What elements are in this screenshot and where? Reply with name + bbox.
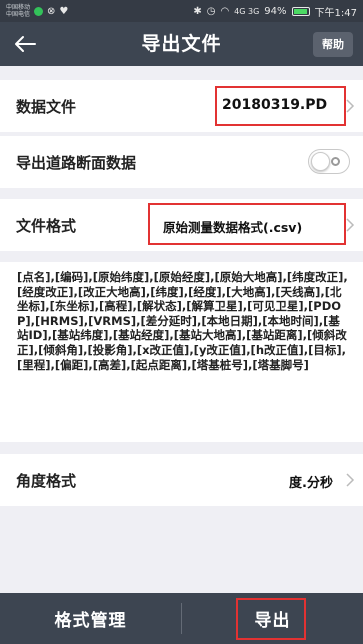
battery-icon [291,6,310,16]
format-manage-label: 格式管理 [54,611,127,631]
title-bar: 导出文件 帮助 [0,22,363,66]
export-button[interactable]: 导出 [182,593,363,644]
angle-format-row[interactable]: 角度格式 度.分秒 [0,454,363,506]
format-fields-description: [点名],[编码],[原始纬度],[原始经度],[原始大地高],[纬度改正],[… [0,262,363,442]
status-right: ✱ ◷ ◠ 4G 3G 94% 下午1:47 [193,4,357,19]
wifi-icon: ◠ [220,5,230,17]
page-title: 导出文件 [141,33,222,55]
file-format-value: 原始测量数据格式(.csv) [163,220,303,235]
format-manage-button[interactable]: 格式管理 [0,593,181,644]
export-road-label: 导出道路断面数据 [16,153,137,172]
battery-percent: 94% [264,5,287,17]
battery-fill [293,8,307,14]
angle-format-value: 度.分秒 [289,476,333,491]
help-button[interactable]: 帮助 [313,32,353,57]
back-arrow-icon[interactable] [10,30,40,58]
carrier-label: 中国移动 中国电信 [6,4,30,18]
angle-format-label: 角度格式 [16,471,77,490]
clock: 下午1:47 [314,7,357,19]
signal-text: 4G 3G [234,6,260,16]
status-left: 中国移动 中国电信 ⊗ ♥ [6,4,68,18]
data-file-label: 数据文件 [16,97,77,116]
carrier-line-2: 中国电信 [6,11,31,18]
toggle-knob [311,152,330,171]
export-highlight [236,598,306,640]
export-road-row: 导出道路断面数据 [0,136,363,188]
status-bar: 中国移动 中国电信 ⊗ ♥ ✱ ◷ ◠ 4G 3G 94% 下午1:47 [0,0,363,22]
carrier-line-1: 中国移动 [6,4,31,11]
export-road-toggle[interactable] [308,149,350,174]
chevron-right-icon [346,473,355,487]
toggle-off-icon [331,157,340,166]
heart-icon: ♥ [59,5,69,17]
file-format-label: 文件格式 [16,216,77,235]
chevron-right-icon [346,218,355,232]
back-arrow-svg [15,36,36,52]
alarm-icon: ◷ [206,5,216,17]
data-file-row[interactable]: 数据文件 20180319.PD [0,80,363,132]
file-format-row[interactable]: 文件格式 原始测量数据格式(.csv) [0,199,363,251]
bottom-action-bar: 格式管理 导出 [0,593,363,644]
data-file-value: 20180319.PD [222,97,328,113]
app-indicator-icon [34,6,43,16]
notification-off-icon: ⊗ [47,5,56,17]
chevron-right-icon [346,99,355,113]
bluetooth-icon: ✱ [193,5,202,17]
